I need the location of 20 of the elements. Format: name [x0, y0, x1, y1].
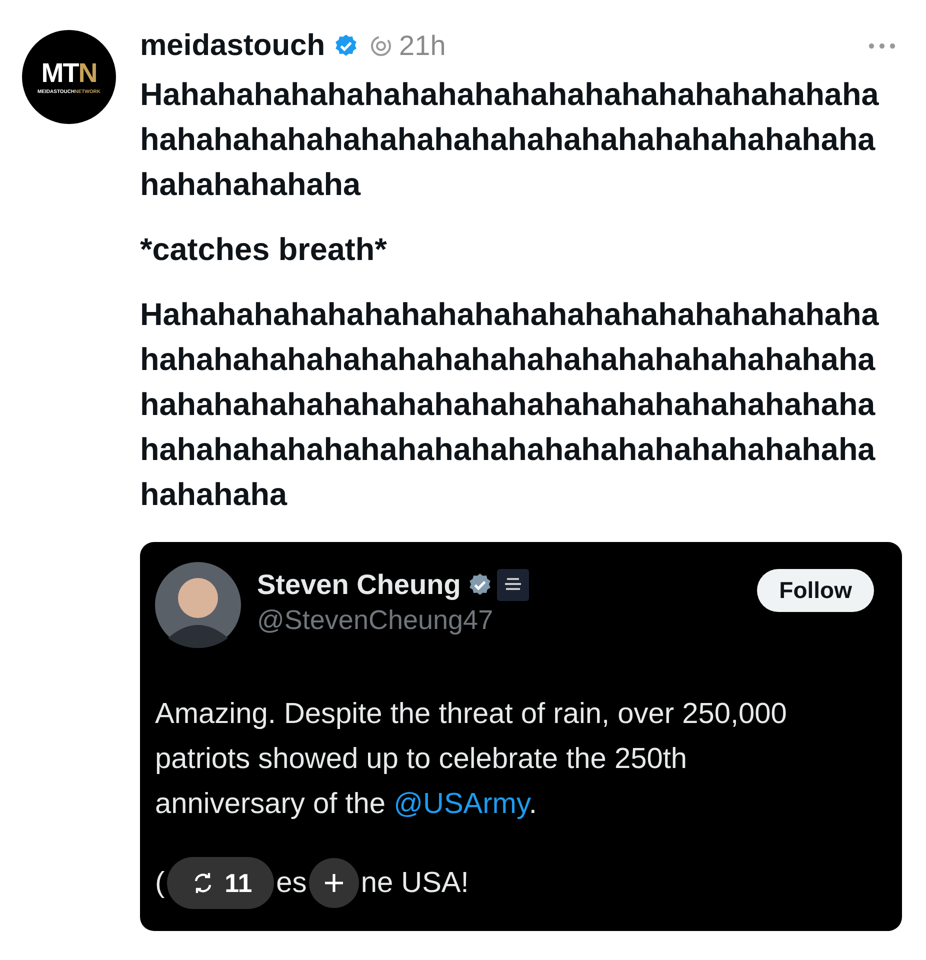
- mention-link[interactable]: @USArmy: [394, 788, 529, 820]
- quoted-post-card[interactable]: Steven Cheung @StevenCheung47 Follow Amazing. Despite the threat of rain, over 250,000 patriots showed up to celebrate the 250th anniversary of the @USArmy. ( 11 es ne USA!: [140, 542, 902, 931]
- circle-dot-icon: [369, 34, 394, 58]
- quoted-post-text: (: [155, 866, 165, 900]
- more-icon[interactable]: [868, 42, 896, 50]
- repost-button[interactable]: 11: [166, 857, 274, 909]
- avatar-icon: [155, 562, 241, 648]
- affiliation-icon: [496, 569, 529, 601]
- quoted-post-text: es: [276, 866, 307, 900]
- author-name[interactable]: meidastouch: [140, 29, 326, 63]
- post-text: *catches breath*: [140, 230, 388, 269]
- quoted-post-text: ne USA!: [360, 866, 469, 900]
- quoted-handle: @StevenCheung47: [257, 605, 494, 636]
- quoted-author-name[interactable]: Steven Cheung: [257, 569, 461, 601]
- follow-button[interactable]: Follow: [757, 569, 874, 612]
- post-time: 21h: [399, 30, 446, 62]
- post-text: Hahahahahahahahahahahahahahahahahahahaha hahahahahahahahahahahahahahahahahahahaha hahahahahahahahahahahahahahahahahahahaha hahahahahahahahahahahahahahahahahahahaha hahahaha: [140, 295, 880, 514]
- post-text: Hahahahahahahahahahahahahahahahahahahaha hahahahahahahahahahahahahahahahahahahaha hahahahahaha: [140, 75, 880, 204]
- quoted-post-text: Amazing. Despite the threat of rain, over 250,000 patriots showed up to celebrate the 250th anniversary of the @USArmy.: [155, 697, 788, 822]
- logo-text: MTN: [41, 60, 97, 86]
